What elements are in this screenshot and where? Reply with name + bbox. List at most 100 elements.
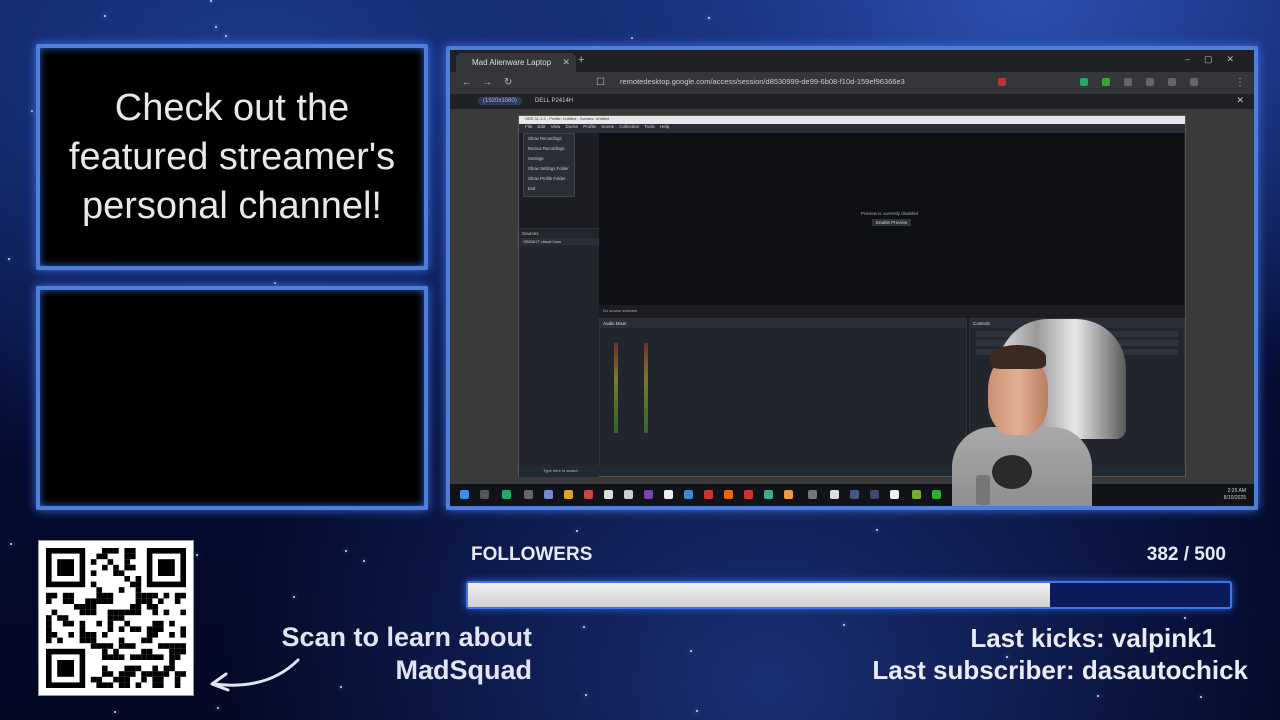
- menu-item-profile-folder[interactable]: Show Profile Folder: [528, 174, 574, 184]
- app-icon[interactable]: [912, 490, 921, 499]
- address-url[interactable]: remotedesktop.google.com/access/session/…: [620, 77, 905, 86]
- app-icon[interactable]: [544, 490, 553, 499]
- remote-tab-resolution[interactable]: (1920x1080): [478, 97, 522, 105]
- tab-title: Mad Alienware Laptop: [472, 58, 552, 67]
- app-icon[interactable]: [744, 490, 753, 499]
- app-icon[interactable]: [502, 490, 511, 499]
- extension-icon[interactable]: [998, 78, 1006, 86]
- search-icon[interactable]: [480, 490, 489, 499]
- clock-date: 8/10/2025: [1223, 495, 1246, 501]
- menu-edit[interactable]: Edit: [538, 124, 546, 129]
- star: [1184, 617, 1186, 619]
- star: [210, 0, 212, 2]
- app-icon[interactable]: [808, 490, 817, 499]
- app-icon[interactable]: [604, 490, 613, 499]
- menu-file[interactable]: File: [525, 124, 532, 129]
- star: [631, 37, 633, 39]
- menu-profile[interactable]: Profile: [583, 124, 596, 129]
- start-icon[interactable]: [460, 490, 469, 499]
- menu-item-settings-folder[interactable]: Show Settings Folder: [528, 164, 574, 174]
- taskbar-search[interactable]: Type here to search: [543, 468, 578, 473]
- star: [10, 543, 12, 545]
- extension-icon[interactable]: [1102, 78, 1110, 86]
- menu-item-remux[interactable]: Remux Recordings: [528, 144, 574, 154]
- app-icon[interactable]: [644, 490, 653, 499]
- star: [215, 26, 217, 28]
- close-session-icon[interactable]: ✕: [1236, 95, 1244, 106]
- menu-docks[interactable]: Docks: [566, 124, 579, 129]
- app-icon[interactable]: [764, 490, 773, 499]
- star: [876, 529, 878, 531]
- star: [576, 530, 578, 532]
- star: [225, 35, 227, 37]
- star: [696, 710, 698, 712]
- menu-help[interactable]: Help: [660, 124, 669, 129]
- browser-tab-bar: Mad Alienware Laptop ✕ + –▢✕: [450, 50, 1254, 72]
- audio-mixer-header: Audio Mixer: [600, 319, 966, 328]
- followers-progress-bar: [466, 581, 1232, 609]
- last-subscriber: Last subscriber: dasautochick: [872, 655, 1248, 685]
- star: [293, 596, 295, 598]
- app-icon[interactable]: [870, 490, 879, 499]
- app-icon[interactable]: [704, 490, 713, 499]
- audio-mixer-dock: Audio Mixer: [599, 318, 967, 472]
- star: [585, 694, 587, 696]
- extension-icon[interactable]: [1124, 78, 1132, 86]
- menu-view[interactable]: View: [551, 124, 561, 129]
- star: [1200, 696, 1202, 698]
- remote-tab-monitor[interactable]: DELL P2414H: [530, 97, 578, 105]
- reload-icon[interactable]: ↻: [504, 77, 512, 88]
- new-tab-button[interactable]: +: [578, 54, 584, 66]
- app-icon[interactable]: [664, 490, 673, 499]
- secondary-camera-panel: [36, 286, 428, 510]
- star: [31, 110, 33, 112]
- menu-item-show-recordings[interactable]: Show Recordings: [528, 134, 574, 144]
- audio-meter: [614, 343, 618, 433]
- menu-item-settings[interactable]: Settings: [528, 154, 574, 164]
- app-icon[interactable]: [584, 490, 593, 499]
- browser-tab[interactable]: Mad Alienware Laptop ✕: [456, 53, 576, 72]
- followers-label: FOLLOWERS: [471, 544, 593, 565]
- microphone: [976, 475, 990, 505]
- window-controls[interactable]: –▢✕: [1185, 54, 1248, 65]
- app-icon[interactable]: [850, 490, 859, 499]
- followers-progress-fill: [468, 583, 1051, 607]
- star: [363, 560, 365, 562]
- star: [708, 17, 710, 19]
- star: [690, 650, 692, 652]
- obs-title-bar: OBS 31.1.2 - Profile: Untitled - Scenes:…: [519, 116, 1185, 124]
- star: [274, 282, 276, 284]
- app-icon[interactable]: [724, 490, 733, 499]
- clock-time: 2:25 AM: [1227, 488, 1246, 494]
- screen-capture-panel: Mad Alienware Laptop ✕ + –▢✕ ← → ↻ ☐ rem…: [446, 46, 1258, 510]
- streamer-hair: [990, 345, 1046, 369]
- app-icon[interactable]: [830, 490, 839, 499]
- source-item[interactable]: OBSBOT virtual Cam: [519, 238, 599, 245]
- back-icon[interactable]: ←: [462, 77, 472, 88]
- app-icon[interactable]: [524, 490, 533, 499]
- menu-item-exit[interactable]: Exit: [528, 184, 574, 194]
- extension-icon[interactable]: [1168, 78, 1176, 86]
- tab-close-icon[interactable]: ✕: [562, 53, 570, 72]
- browser-address-bar: ← → ↻ ☐ remotedesktop.google.com/access/…: [450, 72, 1254, 94]
- extension-icon[interactable]: [1190, 78, 1198, 86]
- bookmark-icon[interactable]: ☐: [596, 77, 605, 88]
- extension-icon[interactable]: [1080, 78, 1088, 86]
- forward-icon[interactable]: →: [482, 77, 492, 88]
- app-icon[interactable]: [784, 490, 793, 499]
- app-icon[interactable]: [684, 490, 693, 499]
- app-icon[interactable]: [624, 490, 633, 499]
- menu-icon[interactable]: ⋮: [1235, 77, 1245, 88]
- menu-tools[interactable]: Tools: [644, 124, 655, 129]
- arrow-icon: [210, 658, 300, 692]
- star: [196, 554, 198, 556]
- app-icon[interactable]: [890, 490, 899, 499]
- star: [345, 550, 347, 552]
- app-icon[interactable]: [564, 490, 573, 499]
- menu-scene-collection[interactable]: Scene Collection: [601, 124, 639, 129]
- enable-preview-button[interactable]: Enable Preview: [872, 219, 912, 226]
- extension-icon[interactable]: [1146, 78, 1154, 86]
- preview-disabled-text: Preview is currently disabled: [861, 211, 919, 216]
- followers-count: 382 / 500: [1146, 544, 1226, 565]
- star: [1097, 695, 1099, 697]
